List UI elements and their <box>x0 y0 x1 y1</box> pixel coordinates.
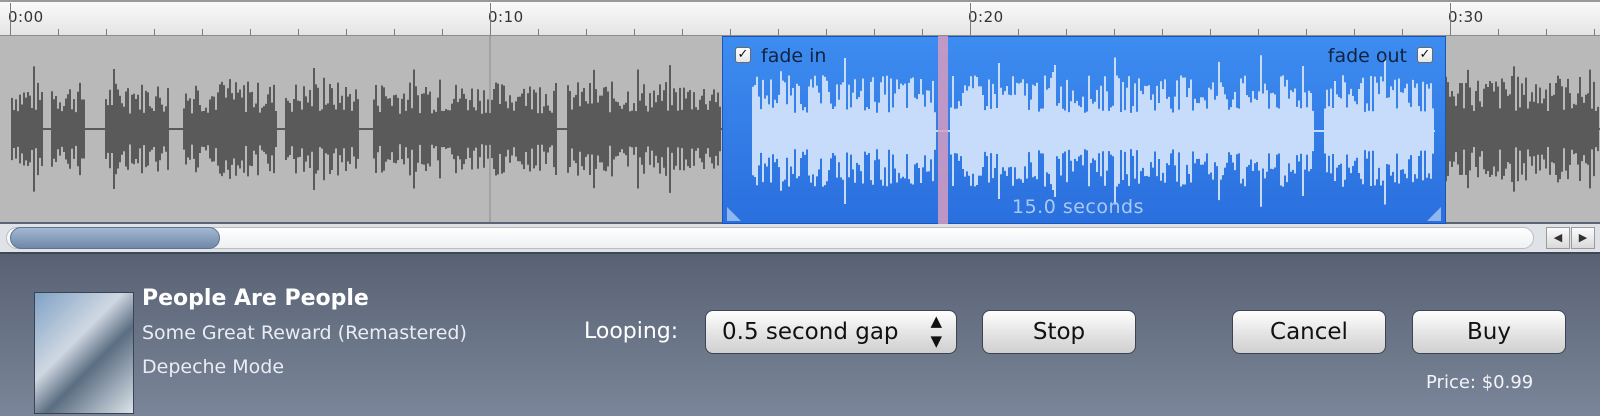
selection-duration: 15.0 seconds <box>1012 196 1145 218</box>
ruler-tick <box>1018 29 1019 35</box>
ruler-tick <box>586 29 587 35</box>
ruler-tick <box>250 29 251 35</box>
select-arrows-icon: ▲ ▼ <box>930 312 942 350</box>
ruler-tick <box>1354 29 1355 35</box>
control-panel: People Are People Some Great Reward (Rem… <box>0 254 1600 416</box>
resize-corner-right-icon[interactable] <box>1427 207 1441 221</box>
ruler-tick <box>1498 29 1499 35</box>
ruler-tick <box>10 3 11 35</box>
ruler-tick <box>106 29 107 35</box>
ruler-tick <box>1258 29 1259 35</box>
fade-in-label: fade in <box>761 45 827 67</box>
song-artist: Depeche Mode <box>142 356 285 378</box>
ruler-tick <box>346 29 347 35</box>
song-title: People Are People <box>142 286 369 311</box>
ruler-label-30: 0:30 <box>1448 8 1484 26</box>
song-album: Some Great Reward (Remastered) <box>142 322 467 344</box>
ruler-tick <box>826 29 827 35</box>
looping-label: Looping: <box>584 319 679 344</box>
fade-in-checkbox[interactable]: ✓ <box>735 47 751 63</box>
buy-button[interactable]: Buy <box>1412 310 1566 354</box>
ruler-tick <box>1450 3 1451 35</box>
ruler-label-20: 0:20 <box>968 8 1004 26</box>
ruler-tick <box>298 29 299 35</box>
resize-corner-left-icon[interactable] <box>727 207 741 221</box>
fade-out-label: fade out <box>1327 45 1407 67</box>
scroll-left-icon[interactable]: ◀ <box>1546 227 1570 249</box>
looping-value: 0.5 second gap <box>722 319 899 345</box>
cancel-button[interactable]: Cancel <box>1232 310 1386 354</box>
ruler-tick <box>202 29 203 35</box>
horizontal-scrollbar[interactable]: ◀ ▶ <box>0 224 1600 254</box>
ruler-tick <box>1114 29 1115 35</box>
ruler-tick <box>490 3 491 35</box>
ruler-tick <box>1594 29 1595 35</box>
scroll-thumb[interactable] <box>10 227 220 249</box>
scroll-track[interactable] <box>6 227 1534 249</box>
scroll-right-icon[interactable]: ▶ <box>1571 227 1595 249</box>
ruler-tick <box>1306 29 1307 35</box>
ruler-tick <box>730 29 731 35</box>
timeline-ruler: 0:00 0:10 0:20 0:30 <box>0 0 1600 36</box>
ruler-tick <box>1210 29 1211 35</box>
ruler-tick <box>154 29 155 35</box>
ruler-label-0: 0:00 <box>8 8 44 26</box>
ruler-tick <box>634 29 635 35</box>
ruler-tick <box>1066 29 1067 35</box>
ruler-tick <box>682 29 683 35</box>
ruler-tick <box>538 29 539 35</box>
album-artwork <box>34 292 134 414</box>
ruler-label-10: 0:10 <box>488 8 524 26</box>
ruler-tick <box>922 29 923 35</box>
ruler-tick <box>394 29 395 35</box>
ruler-tick <box>874 29 875 35</box>
ruler-tick <box>1402 29 1403 35</box>
ruler-tick <box>1162 29 1163 35</box>
ruler-tick <box>442 29 443 35</box>
fade-out-checkbox[interactable]: ✓ <box>1417 47 1433 63</box>
playhead[interactable] <box>938 36 948 224</box>
ruler-tick <box>778 29 779 35</box>
looping-select[interactable]: 0.5 second gap ▲ ▼ <box>705 310 957 354</box>
price-text: Price: $0.99 <box>1426 372 1534 393</box>
ruler-tick <box>970 3 971 35</box>
ruler-tick <box>1546 29 1547 35</box>
stop-button[interactable]: Stop <box>982 310 1136 354</box>
ruler-tick <box>58 29 59 35</box>
